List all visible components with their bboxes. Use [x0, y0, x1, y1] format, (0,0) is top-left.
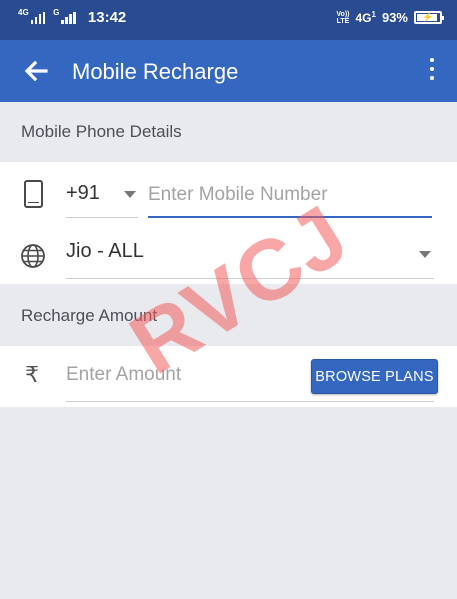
sim2-network-label: G [53, 8, 60, 17]
arrow-left-icon[interactable] [22, 57, 50, 85]
operator-value: Jio - ALL [66, 240, 144, 262]
status-bar: 4G G 13:42 Vo)) LTE 4G1 93% ⚡ [0, 0, 457, 40]
battery-percent: 93% [381, 10, 408, 25]
status-right: Vo)) LTE 4G1 93% ⚡ [336, 10, 444, 25]
phone-details-heading: Mobile Phone Details [0, 102, 457, 162]
status-time: 13:42 [87, 9, 127, 26]
country-code-underline [66, 217, 138, 218]
rupee-icon: ₹ [25, 363, 39, 388]
sim1-network-label: 4G [18, 8, 29, 17]
phone-details-card: +91 Jio - ALL [0, 162, 457, 284]
charging-bolt-icon: ⚡ [422, 12, 434, 22]
country-code-dropdown-icon[interactable] [124, 191, 136, 198]
operator-underline [66, 278, 434, 279]
recharge-amount-heading: Recharge Amount [0, 284, 457, 346]
sim1-signal-icon [30, 11, 46, 24]
volte-line1: Vo)) [336, 10, 350, 18]
volte-icon: Vo)) LTE [336, 11, 349, 25]
data-network-icon: 4G1 [356, 10, 376, 25]
page-title: Mobile Recharge [72, 59, 239, 84]
sim2-signal-icon [61, 11, 76, 24]
operator-dropdown-icon [419, 251, 431, 258]
country-code-value[interactable]: +91 [66, 182, 100, 205]
globe-icon [21, 244, 45, 268]
amount-underline [66, 401, 434, 402]
recharge-amount-card: ₹ BROWSE PLANS [0, 346, 457, 407]
data-network-label: 4G [355, 11, 372, 25]
smartphone-icon [24, 180, 43, 208]
mobile-number-input[interactable] [148, 174, 432, 218]
amount-input[interactable] [66, 360, 296, 390]
volte-line2: LTE [336, 17, 350, 25]
more-vertical-icon[interactable] [427, 58, 437, 84]
app-bar: Mobile Recharge [0, 40, 457, 102]
data-sim-label: 1 [371, 10, 376, 19]
status-left: 4G G 13:42 [18, 8, 127, 26]
battery-icon: ⚡ [414, 11, 444, 24]
browse-plans-button[interactable]: BROWSE PLANS [311, 359, 438, 394]
